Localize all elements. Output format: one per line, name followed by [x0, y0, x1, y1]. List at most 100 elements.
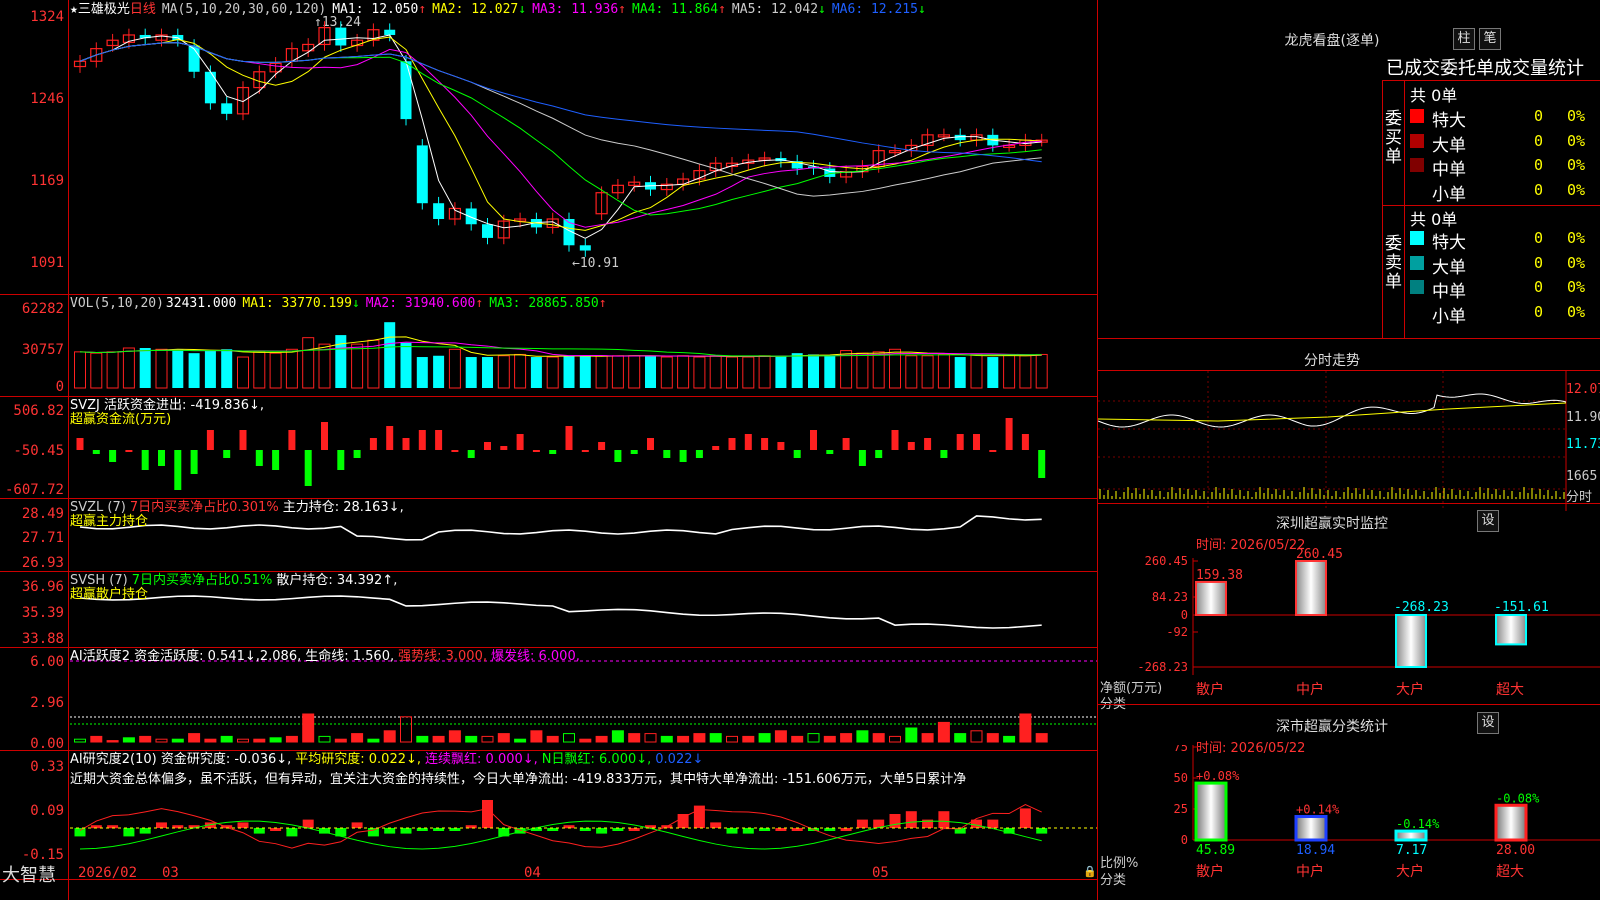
monitor-settings-button[interactable]: 设: [1477, 510, 1499, 532]
activity-bar: [302, 713, 315, 743]
volume-bar: [758, 355, 771, 389]
monitor-value-3: -268.23: [1394, 600, 1449, 615]
fund-flow-bar: [500, 446, 508, 450]
fund-flow-bar: [321, 422, 328, 450]
tick-mode-button[interactable]: 笔: [1479, 28, 1501, 50]
volume-bar: [400, 342, 412, 388]
category-chart: 75 50 25 0 +0.08% 45.89 散户 +0.14% 18.94 中户 -0.14% 7…: [1174, 745, 1600, 880]
research-bar: [253, 828, 265, 834]
category-value-2: 18.94: [1296, 843, 1335, 858]
activity-bar: [285, 735, 298, 743]
fund-flow-bar: [614, 450, 622, 462]
volume-bar: [514, 353, 527, 389]
volume-bar: [709, 355, 722, 389]
buy-row-3: 中单 0 0%: [1382, 153, 1600, 180]
volume-bar: [775, 355, 787, 388]
candle-body-down: [204, 71, 216, 104]
activity-bar: [660, 735, 673, 743]
monitor-ytick: 260.45: [1145, 554, 1188, 568]
lhb-tab[interactable]: 已成交委托单成交量统计: [1386, 54, 1598, 80]
fund-flow-bar: [940, 450, 948, 458]
volume-bar: [530, 357, 542, 388]
volume-bar: [367, 339, 380, 389]
research-bar: [677, 814, 689, 828]
fund-flow-bar: [891, 430, 899, 450]
category-ytick: 25: [1174, 802, 1188, 816]
activity-bar: [318, 735, 331, 743]
row-value: 0: [1534, 278, 1544, 296]
category-cat-4: 超大: [1496, 864, 1524, 880]
svzl-header: SVZL (7) 7日内买卖净占比0.301% 主力持仓: 28.163↓,: [70, 500, 404, 515]
volume-bar: [808, 354, 819, 388]
research-bar: [237, 822, 249, 828]
volume-bar: [416, 357, 428, 388]
svzj-header: SVZJ 活跃资金进出: -419.836↓,: [70, 398, 265, 413]
fund-flow-bar: [810, 430, 817, 450]
research-bar: [123, 828, 135, 837]
research-bar: [139, 828, 151, 834]
category-settings-button[interactable]: 设: [1477, 712, 1499, 734]
fund-flow-bar: [826, 450, 834, 454]
research-bar: [889, 814, 901, 828]
ma-line-4: [79, 42, 1042, 216]
fund-flow-bar: [516, 434, 524, 450]
volume-bar: [742, 356, 755, 389]
color-swatch: [1410, 109, 1424, 123]
color-swatch: [1410, 133, 1424, 148]
fund-flow-bar: [272, 450, 280, 470]
fund-flow-bar: [158, 450, 165, 466]
ai-activity-header: AI活跃度2 资金活跃度: 0.541↓,2.086, 生命线: 1.560, 强势…: [70, 649, 580, 664]
activity-bar: [400, 716, 412, 743]
row-percent: 0%: [1567, 156, 1586, 174]
research-bar: [302, 819, 314, 828]
bar-mode-button[interactable]: 柱: [1453, 28, 1475, 50]
fund-flow-bar: [875, 450, 883, 458]
color-swatch: [1410, 231, 1424, 245]
volume-bar: [122, 347, 135, 389]
ma-line-6: [79, 42, 1042, 163]
research-bar: [693, 805, 705, 828]
activity-bar: [889, 735, 901, 743]
activity-bar: [383, 730, 396, 743]
monitor-ytick: 0: [1181, 608, 1188, 622]
activity-bar: [253, 738, 266, 743]
fund-flow-bar: [744, 434, 752, 450]
volume-bar: [645, 355, 656, 388]
volume-bar: [579, 355, 591, 388]
activity-bar: [709, 733, 722, 743]
row-percent: 0%: [1567, 107, 1586, 125]
lock-icon[interactable]: 🔒: [1083, 865, 1097, 878]
ai-research-text: 近期大资金总体偏多，虽不活跃，但有异动，宜关注大资金的持续性，今日大单净流出: …: [70, 772, 967, 787]
volume-bar: [693, 356, 706, 389]
svsh-header: SVSH (7) 7日内买卖净占比0.51% 散户持仓: 34.392↑,: [70, 573, 398, 588]
monitor-cat-1: 散户: [1196, 681, 1224, 698]
activity-bar: [791, 735, 804, 743]
row-value: 0: [1534, 229, 1544, 247]
chart-area[interactable]: ★三雄极光日线 MA(5,10,20,30,60,120) MA1: 12.050↑…: [0, 0, 1097, 900]
volume-bar: [482, 357, 493, 388]
volume-bar: [204, 350, 216, 388]
volume-bar: [824, 355, 836, 388]
row-percent: 0%: [1567, 180, 1586, 199]
intraday-chart[interactable]: [1098, 371, 1600, 511]
activity-bar: [563, 733, 575, 743]
candle-body-down: [416, 145, 428, 204]
xaxis-label-feb: 2026/02: [78, 865, 138, 881]
fund-flow-bar: [989, 450, 997, 452]
volume-bar: [318, 343, 331, 389]
activity-bar: [986, 733, 999, 743]
activity-bar: [481, 735, 494, 743]
side-panel: 龙虎看盘(逐单) 柱 笔 已成交委托单成交量统计 委买单 委卖单 共 0单 共 …: [1097, 0, 1600, 900]
category-bar-1: [1194, 781, 1228, 842]
fund-flow-bar: [125, 450, 133, 452]
monitor-bar-2: [1295, 560, 1327, 616]
activity-bar: [807, 733, 820, 743]
activity-bar: [595, 735, 608, 743]
activity-bar: [628, 733, 641, 743]
volume-bar: [1019, 355, 1032, 389]
fund-flow-bar: [793, 450, 801, 458]
activity-bar: [74, 738, 86, 743]
fund-flow-bar: [288, 430, 296, 450]
category-cat-1: 散户: [1196, 863, 1224, 880]
volume-bar: [351, 343, 364, 389]
